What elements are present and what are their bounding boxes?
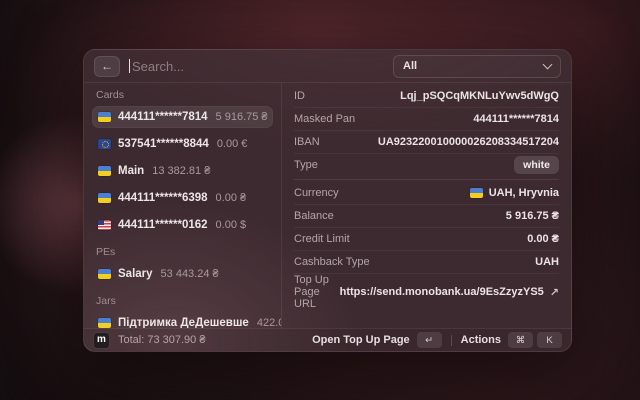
detail-value: 0.00 ₴ <box>527 233 559 245</box>
card-item[interactable]: 537541******8844 0.00 € <box>92 133 273 155</box>
ukraine-flag-icon <box>98 112 111 122</box>
back-arrow-icon: ← <box>101 60 113 72</box>
card-amount: 13 382.81 ₴ <box>152 165 210 177</box>
details-pane: ID Lqj_pSQCqMKNLuYwv5dWgQ Masked Pan 444… <box>282 83 571 328</box>
footer-bar: m Total: 73 307.90 ₴ Open Top Up Page ↵ … <box>84 328 571 351</box>
eu-flag-icon <box>98 139 111 149</box>
detail-label: Credit Limit <box>294 233 350 245</box>
monobank-logo: m <box>93 332 110 349</box>
jar-item[interactable]: Підтримка ДеДешевше 422.00 ₴ <box>92 312 273 328</box>
back-button[interactable]: ← <box>94 56 120 77</box>
detail-row-cashback-type: Cashback Type UAH <box>294 251 559 274</box>
search-input[interactable] <box>130 56 393 76</box>
external-link-icon: ↗ <box>550 286 559 299</box>
detail-row-balance: Balance 5 916.75 ₴ <box>294 205 559 228</box>
top-up-url-link[interactable]: https://send.monobank.ua/9EsZzyzYS5 <box>340 286 544 298</box>
type-badge: white <box>514 156 559 174</box>
app-background: { "icons": { "back": "←", "external_link… <box>0 0 640 400</box>
detail-label: ID <box>294 90 305 102</box>
card-amount: 0.00 $ <box>216 219 247 231</box>
filter-dropdown-label: All <box>403 60 417 72</box>
detail-row-top-up-url: Top Up Page URL https://send.monobank.ua… <box>294 274 559 310</box>
card-name: 444111******7814 <box>118 111 208 123</box>
return-key-badge: ↵ <box>417 332 442 348</box>
card-item[interactable]: 444111******0162 0.00 $ <box>92 214 273 236</box>
detail-value: UA923220010000026208334517204 <box>378 136 559 148</box>
ukraine-flag-icon <box>98 166 111 176</box>
usa-flag-icon <box>98 220 111 230</box>
card-name: 537541******8844 <box>118 138 209 150</box>
detail-value: UAH <box>535 256 559 268</box>
ukraine-flag-icon <box>98 193 111 203</box>
card-item[interactable]: Main 13 382.81 ₴ <box>92 160 273 182</box>
chevron-down-icon <box>543 60 553 70</box>
detail-label: Currency <box>294 187 339 199</box>
detail-row-credit-limit: Credit Limit 0.00 ₴ <box>294 228 559 251</box>
accounts-list: Cards 444111******7814 5 916.75 ₴ 537541… <box>84 83 282 328</box>
filter-dropdown[interactable]: All <box>393 55 561 78</box>
k-key-badge: K <box>537 332 562 348</box>
card-name: 444111******0162 <box>118 219 208 231</box>
card-amount: 5 916.75 ₴ <box>216 111 268 123</box>
card-item[interactable]: 444111******6398 0.00 ₴ <box>92 187 273 209</box>
detail-label: Balance <box>294 210 334 222</box>
detail-label: Cashback Type <box>294 256 370 268</box>
detail-label: Masked Pan <box>294 113 355 125</box>
total-balance: Total: 73 307.90 ₴ <box>118 334 205 346</box>
detail-value: UAH, Hryvnia <box>489 187 559 199</box>
card-name: 444111******6398 <box>118 192 208 204</box>
detail-value: Lqj_pSQCqMKNLuYwv5dWgQ <box>400 90 559 102</box>
command-palette: ← All Cards 444111******7814 5 916.75 ₴ … <box>83 49 572 352</box>
detail-label: Type <box>294 159 318 171</box>
ukraine-flag-icon <box>98 269 111 279</box>
detail-label: Top Up Page URL <box>294 274 340 310</box>
ukraine-flag-icon <box>470 188 483 198</box>
open-top-up-page-button[interactable]: Open Top Up Page <box>312 334 410 346</box>
detail-row-currency: Currency UAH, Hryvnia <box>294 182 559 205</box>
detail-row-id: ID Lqj_pSQCqMKNLuYwv5dWgQ <box>294 85 559 108</box>
ukraine-flag-icon <box>98 318 111 328</box>
detail-value: 444111******7814 <box>473 113 559 125</box>
section-title-cards: Cards <box>96 88 269 102</box>
search-bar: ← All <box>84 50 571 83</box>
card-item-selected[interactable]: 444111******7814 5 916.75 ₴ <box>92 106 273 128</box>
card-name: Main <box>118 165 144 177</box>
detail-value: 5 916.75 ₴ <box>506 210 559 222</box>
actions-button[interactable]: Actions <box>461 334 501 346</box>
section-title-jars: Jars <box>96 294 269 308</box>
command-key-badge: ⌘ <box>508 332 533 348</box>
detail-row-masked-pan: Masked Pan 444111******7814 <box>294 108 559 131</box>
jar-name: Підтримка ДеДешевше <box>118 317 249 328</box>
footer-divider <box>451 335 452 346</box>
section-title-pes: PEs <box>96 245 269 259</box>
detail-label: IBAN <box>294 136 320 148</box>
card-amount: 0.00 € <box>217 138 248 150</box>
detail-row-type: Type white <box>294 154 559 180</box>
pe-name: Salary <box>118 268 153 280</box>
jar-amount: 422.00 ₴ <box>257 317 282 328</box>
detail-row-iban: IBAN UA923220010000026208334517204 <box>294 131 559 154</box>
pe-amount: 53 443.24 ₴ <box>161 268 219 280</box>
card-amount: 0.00 ₴ <box>216 192 247 204</box>
pe-item[interactable]: Salary 53 443.24 ₴ <box>92 263 273 285</box>
